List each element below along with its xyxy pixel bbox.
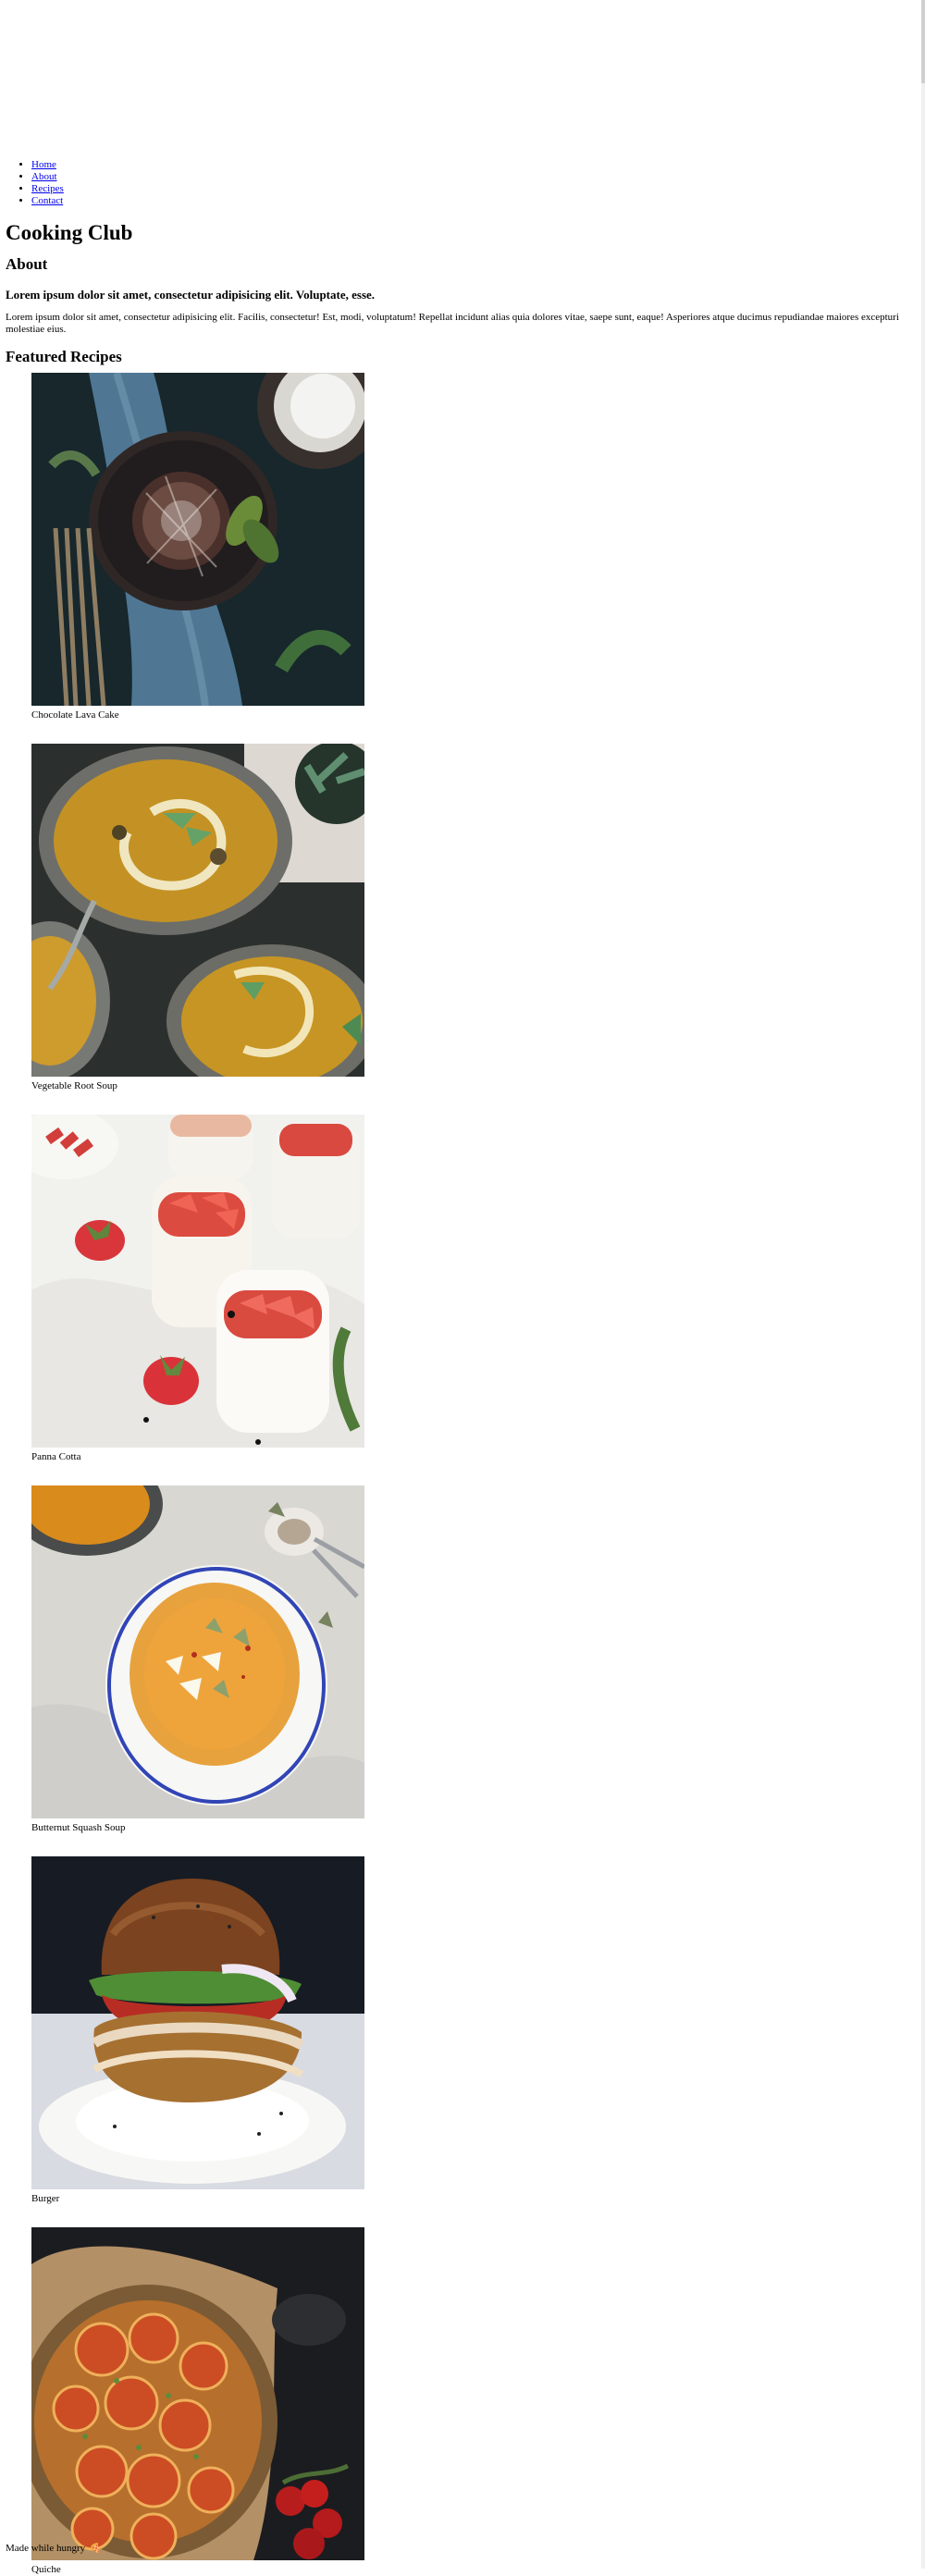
nav-link-recipes[interactable]: Recipes xyxy=(31,183,64,194)
site-title: Cooking Club xyxy=(6,221,133,244)
recipe-card: Panna Cotta xyxy=(31,1115,364,1463)
main-navigation: Home About Recipes Contact xyxy=(0,159,925,207)
recipe-card: Quiche xyxy=(31,2227,364,2576)
about-title: About xyxy=(6,255,48,273)
recipe-list: Chocolate Lava Cake Vegetable Root Soup … xyxy=(31,373,364,2576)
nav-list: Home About Recipes Contact xyxy=(0,159,925,207)
scrollbar-thumb[interactable] xyxy=(921,0,925,83)
about-subheading: Lorem ipsum dolor sit amet, consectetur … xyxy=(6,288,376,302)
recipe-card: Burger xyxy=(31,1856,364,2205)
butternut-squash-soup-image xyxy=(31,1485,364,1818)
quiche-image xyxy=(31,2227,364,2560)
nav-item-about: About xyxy=(31,171,925,183)
nav-link-about[interactable]: About xyxy=(31,171,57,182)
vegetable-root-soup-image xyxy=(31,744,364,1077)
recipe-caption: Vegetable Root Soup xyxy=(31,1080,117,1091)
pizza-icon: 🍕 xyxy=(89,2544,102,2554)
panna-cotta-image xyxy=(31,1115,364,1448)
recipe-caption: Panna Cotta xyxy=(31,1451,81,1462)
recipe-card: Chocolate Lava Cake xyxy=(31,373,364,721)
featured-recipes-title: Featured Recipes xyxy=(6,348,122,365)
burger-image xyxy=(31,1856,364,2189)
nav-link-home[interactable]: Home xyxy=(31,159,56,170)
chocolate-lava-cake-image xyxy=(31,373,364,706)
footer: Made while hungry 🍕 xyxy=(6,2543,101,2555)
recipe-caption: Butternut Squash Soup xyxy=(31,1822,126,1833)
about-paragraph: Lorem ipsum dolor sit amet, consectetur … xyxy=(6,312,899,335)
recipe-card: Butternut Squash Soup xyxy=(31,1485,364,1834)
footer-text: Made while hungry xyxy=(6,2543,86,2554)
recipe-card: Vegetable Root Soup xyxy=(31,744,364,1092)
page: Home About Recipes Contact Cooking Club … xyxy=(0,0,925,2575)
top-spacing xyxy=(0,0,925,159)
recipe-caption: Burger xyxy=(31,2193,60,2204)
page-scrollbar[interactable] xyxy=(921,0,925,2569)
nav-item-recipes: Recipes xyxy=(31,183,925,195)
nav-item-home: Home xyxy=(31,159,925,171)
nav-link-contact[interactable]: Contact xyxy=(31,195,63,206)
recipe-caption: Quiche xyxy=(31,2564,61,2575)
nav-item-contact: Contact xyxy=(31,195,925,207)
recipe-caption: Chocolate Lava Cake xyxy=(31,709,119,721)
